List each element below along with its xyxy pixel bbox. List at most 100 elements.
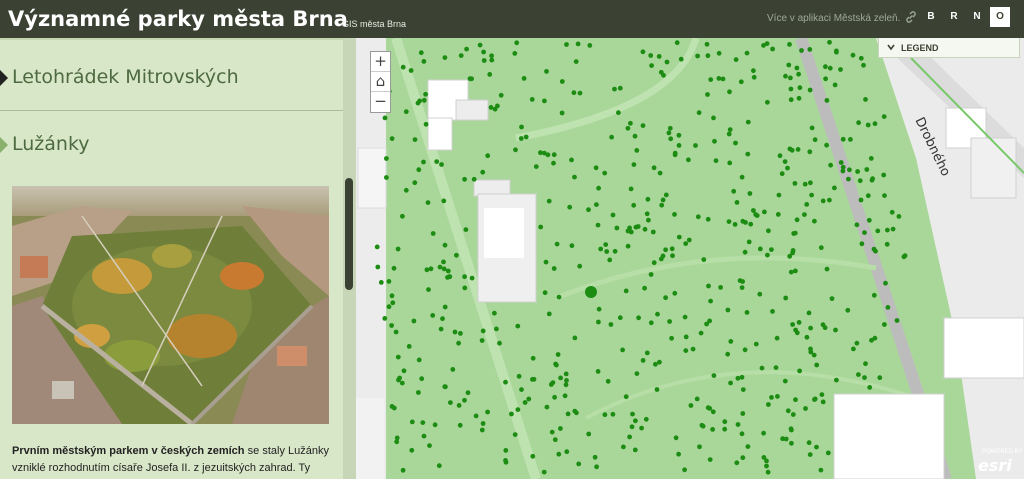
tree-marker[interactable] bbox=[804, 334, 810, 340]
tree-marker[interactable] bbox=[882, 193, 887, 199]
tree-marker[interactable] bbox=[425, 200, 431, 206]
tree-marker[interactable] bbox=[857, 178, 863, 184]
tree-marker[interactable] bbox=[789, 427, 794, 433]
tree-marker[interactable] bbox=[757, 291, 763, 297]
tree-marker[interactable] bbox=[712, 138, 717, 144]
tree-marker[interactable] bbox=[807, 452, 813, 457]
tree-marker[interactable] bbox=[725, 307, 731, 313]
tree-marker[interactable] bbox=[458, 331, 463, 336]
tree-marker[interactable] bbox=[542, 98, 547, 104]
tree-marker[interactable] bbox=[512, 51, 518, 56]
tree-marker[interactable] bbox=[627, 434, 632, 440]
tree-marker[interactable] bbox=[845, 307, 851, 313]
tree-marker[interactable] bbox=[751, 74, 757, 80]
tree-marker[interactable] bbox=[564, 449, 570, 455]
tree-marker[interactable] bbox=[806, 440, 812, 446]
tree-marker[interactable] bbox=[716, 50, 722, 56]
tree-marker[interactable] bbox=[481, 58, 487, 63]
tree-marker[interactable] bbox=[488, 105, 494, 110]
tree-marker[interactable] bbox=[503, 459, 509, 465]
tree-marker[interactable] bbox=[726, 219, 732, 225]
tree-marker[interactable] bbox=[651, 260, 657, 266]
tree-marker[interactable] bbox=[556, 294, 562, 300]
tree-marker[interactable] bbox=[882, 322, 887, 327]
tree-marker[interactable] bbox=[640, 358, 646, 363]
tree-marker[interactable] bbox=[394, 439, 400, 445]
tree-marker[interactable] bbox=[785, 165, 790, 171]
tree-marker[interactable] bbox=[386, 304, 392, 310]
tree-marker[interactable] bbox=[770, 46, 775, 52]
tree-marker[interactable] bbox=[682, 314, 688, 320]
tree-marker[interactable] bbox=[458, 53, 464, 58]
tree-marker[interactable] bbox=[391, 405, 397, 411]
tree-marker[interactable] bbox=[612, 86, 617, 92]
tree-marker[interactable] bbox=[901, 254, 907, 260]
tree-marker[interactable] bbox=[569, 157, 574, 163]
tree-marker[interactable] bbox=[623, 288, 629, 294]
tree-marker[interactable] bbox=[819, 392, 825, 397]
tree-marker[interactable] bbox=[786, 62, 792, 68]
tree-marker[interactable] bbox=[824, 266, 830, 272]
tree-marker[interactable] bbox=[428, 266, 434, 272]
tree-marker[interactable] bbox=[430, 313, 436, 318]
tree-marker[interactable] bbox=[434, 159, 440, 164]
tree-marker[interactable] bbox=[885, 227, 890, 233]
tree-marker[interactable] bbox=[409, 447, 415, 453]
tree-marker[interactable] bbox=[807, 87, 813, 93]
tree-marker[interactable] bbox=[704, 41, 710, 47]
tree-marker[interactable] bbox=[792, 181, 798, 186]
tree-marker[interactable] bbox=[790, 322, 795, 327]
tree-marker[interactable] bbox=[646, 217, 651, 223]
tree-marker[interactable] bbox=[480, 169, 486, 175]
tree-marker[interactable] bbox=[764, 463, 769, 469]
tree-marker[interactable] bbox=[438, 326, 444, 332]
tree-marker[interactable] bbox=[718, 285, 723, 290]
tree-marker[interactable] bbox=[409, 419, 415, 425]
tree-marker[interactable] bbox=[708, 298, 713, 304]
tree-marker[interactable] bbox=[705, 216, 711, 222]
tree-marker[interactable] bbox=[498, 92, 504, 98]
tree-marker[interactable] bbox=[728, 380, 733, 386]
tree-marker[interactable] bbox=[639, 425, 644, 431]
tree-marker[interactable] bbox=[727, 127, 733, 132]
tree-marker[interactable] bbox=[477, 42, 483, 48]
tree-marker[interactable] bbox=[864, 167, 870, 172]
tree-marker[interactable] bbox=[814, 362, 820, 368]
tree-marker[interactable] bbox=[761, 455, 767, 460]
tree-marker[interactable] bbox=[445, 268, 451, 274]
tree-marker[interactable] bbox=[765, 99, 770, 105]
tree-marker[interactable] bbox=[862, 230, 867, 236]
tree-marker[interactable] bbox=[563, 371, 569, 377]
tree-marker[interactable] bbox=[851, 346, 856, 352]
tree-marker[interactable] bbox=[668, 136, 674, 142]
tree-marker[interactable] bbox=[827, 39, 832, 45]
tree-marker[interactable] bbox=[872, 121, 878, 127]
tree-marker[interactable] bbox=[421, 159, 426, 165]
tree-marker[interactable] bbox=[746, 239, 752, 245]
tree-marker[interactable] bbox=[551, 160, 556, 166]
tree-marker[interactable] bbox=[686, 157, 691, 163]
tree-marker[interactable] bbox=[774, 335, 780, 341]
tree-marker[interactable] bbox=[787, 253, 793, 259]
brno-logo[interactable]: B R N O bbox=[921, 7, 1013, 27]
tree-marker[interactable] bbox=[596, 306, 602, 312]
tree-marker[interactable] bbox=[812, 218, 817, 224]
tree-marker[interactable] bbox=[424, 267, 430, 273]
tree-marker[interactable] bbox=[533, 164, 539, 169]
tree-marker[interactable] bbox=[862, 375, 867, 380]
tree-marker[interactable] bbox=[688, 403, 694, 408]
tree-marker[interactable] bbox=[809, 192, 814, 198]
tree-marker[interactable] bbox=[794, 65, 800, 71]
tree-marker[interactable] bbox=[628, 120, 633, 126]
tree-marker[interactable] bbox=[824, 98, 830, 103]
tree-marker[interactable] bbox=[633, 418, 638, 424]
tree-marker[interactable] bbox=[389, 323, 394, 328]
tree-marker[interactable] bbox=[834, 377, 839, 383]
tree-marker[interactable] bbox=[728, 339, 734, 344]
tree-marker[interactable] bbox=[441, 266, 447, 272]
tree-marker[interactable] bbox=[824, 142, 829, 148]
tree-marker[interactable] bbox=[378, 280, 384, 285]
tree-marker[interactable] bbox=[400, 64, 406, 70]
tree-marker[interactable] bbox=[654, 387, 660, 392]
tree-marker[interactable] bbox=[788, 269, 794, 275]
